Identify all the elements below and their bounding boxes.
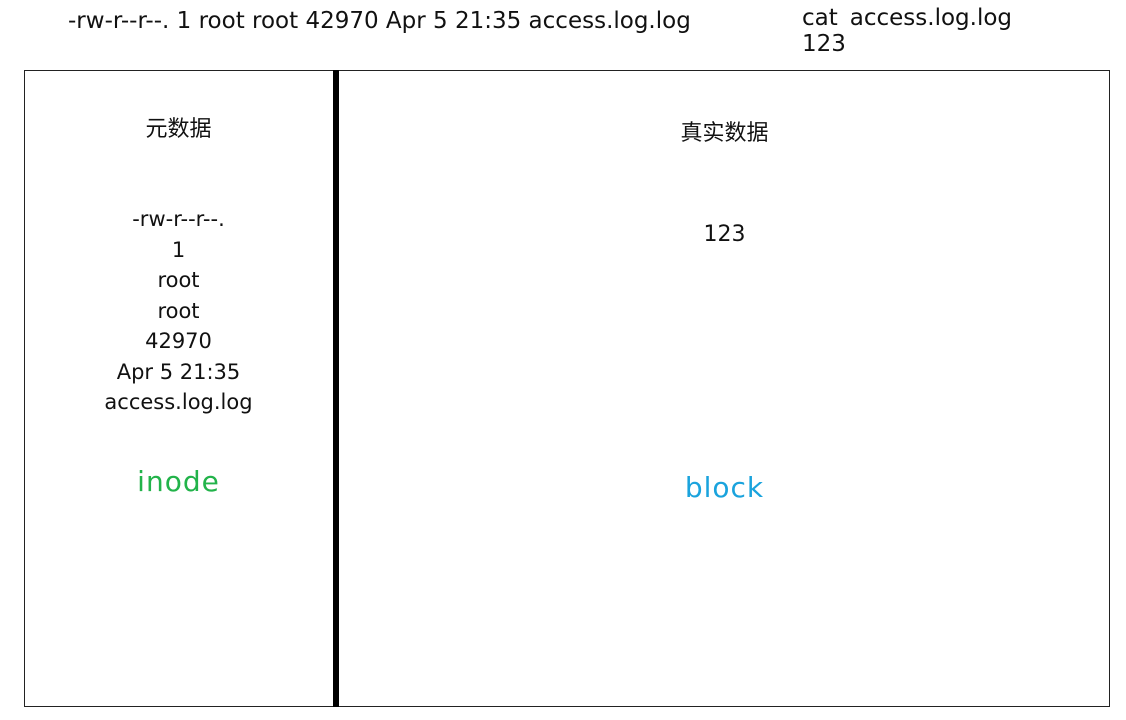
inode-label: inode: [137, 465, 220, 498]
data-title: 真实数据: [680, 121, 769, 146]
cat-command-name: cat: [802, 5, 838, 31]
metadata-permissions: -rw-r--r--.: [132, 207, 225, 231]
metadata-field-list: -rw-r--r--. 1 root root 42970 Apr 5 21:3…: [24, 204, 333, 418]
data-value: 123: [703, 222, 746, 247]
metadata-link-count: 1: [171, 237, 186, 262]
metadata-owner: root: [157, 268, 200, 292]
cat-command-argument: access.log.log: [849, 5, 1013, 31]
block-label: block: [684, 471, 765, 504]
metadata-filename: access.log.log: [104, 390, 253, 414]
metadata-group: root: [157, 298, 200, 323]
ls-output-line: -rw-r--r--. 1 root root 42970 Apr 5 21:3…: [68, 8, 691, 34]
metadata-modified-time: Apr 5 21:35: [116, 359, 241, 384]
cat-output: 123: [802, 31, 846, 57]
cat-command: cat access.log.log: [802, 4, 1012, 32]
metadata-title: 元数据: [145, 117, 212, 142]
metadata-panel: 元数据 -rw-r--r--. 1 root root 42970 Apr 5 …: [24, 70, 333, 707]
metadata-size: 42970: [145, 329, 212, 353]
data-panel: 真实数据 123 block: [339, 70, 1110, 707]
